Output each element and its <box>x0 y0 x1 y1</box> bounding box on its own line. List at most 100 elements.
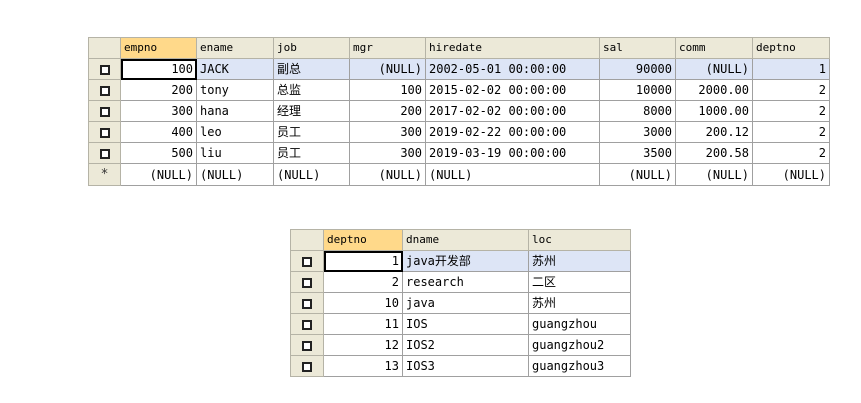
table-row[interactable]: 12 IOS2 guangzhou2 <box>290 334 631 356</box>
row-selector-icon[interactable] <box>88 58 121 80</box>
cell-job[interactable]: 经理 <box>273 100 350 122</box>
row-selector-icon[interactable] <box>88 100 121 122</box>
cell-deptno[interactable]: 1 <box>323 250 403 272</box>
cell-loc[interactable]: 苏州 <box>528 250 631 272</box>
cell-ename[interactable]: JACK <box>196 58 274 80</box>
emp-col-ename[interactable]: ename <box>196 37 274 59</box>
cell-empno[interactable]: 100 <box>120 58 197 80</box>
emp-col-job[interactable]: job <box>273 37 350 59</box>
cell-loc[interactable]: 苏州 <box>528 292 631 314</box>
cell-deptno[interactable]: 2 <box>323 271 403 293</box>
cell-dname[interactable]: IOS2 <box>402 334 529 356</box>
cell-hiredate[interactable]: 2019-03-19 00:00:00 <box>425 142 600 164</box>
new-row[interactable]: * (NULL) (NULL) (NULL) (NULL) (NULL) (NU… <box>88 163 830 186</box>
row-selector-icon[interactable] <box>88 142 121 164</box>
cell-deptno[interactable]: 13 <box>323 355 403 377</box>
cell-hiredate[interactable]: 2017-02-02 00:00:00 <box>425 100 600 122</box>
emp-col-mgr[interactable]: mgr <box>349 37 426 59</box>
cell-sal[interactable]: 3500 <box>599 142 676 164</box>
table-row[interactable]: 13 IOS3 guangzhou3 <box>290 355 631 377</box>
cell-loc[interactable]: guangzhou2 <box>528 334 631 356</box>
row-selector-icon[interactable] <box>290 292 324 314</box>
cell-deptno[interactable]: 11 <box>323 313 403 335</box>
emp-col-sal[interactable]: sal <box>599 37 676 59</box>
table-row[interactable]: 100 JACK 副总 (NULL) 2002-05-01 00:00:00 9… <box>88 58 830 80</box>
cell-ename[interactable]: (NULL) <box>196 163 274 186</box>
row-selector-icon[interactable] <box>290 250 324 272</box>
table-row[interactable]: 500 liu 员工 300 2019-03-19 00:00:00 3500 … <box>88 142 830 164</box>
emp-col-empno[interactable]: empno <box>120 37 197 59</box>
table-row[interactable]: 2 research 二区 <box>290 271 631 293</box>
cell-empno[interactable]: 500 <box>120 142 197 164</box>
cell-comm[interactable]: 200.58 <box>675 142 753 164</box>
cell-ename[interactable]: tony <box>196 79 274 101</box>
table-row[interactable]: 11 IOS guangzhou <box>290 313 631 335</box>
new-row-asterisk-icon[interactable]: * <box>88 163 121 186</box>
cell-hiredate[interactable]: (NULL) <box>425 163 600 186</box>
cell-empno[interactable]: (NULL) <box>120 163 197 186</box>
cell-ename[interactable]: liu <box>196 142 274 164</box>
cell-deptno[interactable]: (NULL) <box>752 163 830 186</box>
cell-mgr[interactable]: 200 <box>349 100 426 122</box>
row-selector-icon[interactable] <box>290 355 324 377</box>
cell-deptno[interactable]: 2 <box>752 79 830 101</box>
cell-dname[interactable]: java开发部 <box>402 250 529 272</box>
row-selector-icon[interactable] <box>290 313 324 335</box>
cell-comm[interactable]: 200.12 <box>675 121 753 143</box>
cell-job[interactable]: 副总 <box>273 58 350 80</box>
cell-mgr[interactable]: (NULL) <box>349 163 426 186</box>
row-selector-icon[interactable] <box>290 334 324 356</box>
cell-job[interactable]: 员工 <box>273 142 350 164</box>
cell-dname[interactable]: research <box>402 271 529 293</box>
cell-deptno[interactable]: 2 <box>752 100 830 122</box>
cell-job[interactable]: 员工 <box>273 121 350 143</box>
cell-deptno[interactable]: 12 <box>323 334 403 356</box>
emp-col-comm[interactable]: comm <box>675 37 753 59</box>
cell-hiredate[interactable]: 2002-05-01 00:00:00 <box>425 58 600 80</box>
cell-hiredate[interactable]: 2015-02-02 00:00:00 <box>425 79 600 101</box>
row-selector-icon[interactable] <box>290 271 324 293</box>
cell-sal[interactable]: 8000 <box>599 100 676 122</box>
cell-empno[interactable]: 200 <box>120 79 197 101</box>
cell-ename[interactable]: hana <box>196 100 274 122</box>
table-row[interactable]: 200 tony 总监 100 2015-02-02 00:00:00 1000… <box>88 79 830 101</box>
emp-col-deptno[interactable]: deptno <box>752 37 830 59</box>
table-row[interactable]: 1 java开发部 苏州 <box>290 250 631 272</box>
cell-dname[interactable]: java <box>402 292 529 314</box>
dept-col-deptno[interactable]: deptno <box>323 229 403 251</box>
table-row[interactable]: 300 hana 经理 200 2017-02-02 00:00:00 8000… <box>88 100 830 122</box>
dept-col-loc[interactable]: loc <box>528 229 631 251</box>
cell-sal[interactable]: 3000 <box>599 121 676 143</box>
cell-deptno[interactable]: 2 <box>752 121 830 143</box>
cell-loc[interactable]: guangzhou <box>528 313 631 335</box>
dept-col-dname[interactable]: dname <box>402 229 529 251</box>
row-selector-icon[interactable] <box>88 121 121 143</box>
cell-sal[interactable]: (NULL) <box>599 163 676 186</box>
cell-job[interactable]: (NULL) <box>273 163 350 186</box>
cell-loc[interactable]: 二区 <box>528 271 631 293</box>
table-row[interactable]: 400 leo 员工 300 2019-02-22 00:00:00 3000 … <box>88 121 830 143</box>
cell-deptno[interactable]: 2 <box>752 142 830 164</box>
cell-comm[interactable]: 2000.00 <box>675 79 753 101</box>
cell-dname[interactable]: IOS3 <box>402 355 529 377</box>
table-row[interactable]: 10 java 苏州 <box>290 292 631 314</box>
cell-loc[interactable]: guangzhou3 <box>528 355 631 377</box>
cell-job[interactable]: 总监 <box>273 79 350 101</box>
cell-mgr[interactable]: 100 <box>349 79 426 101</box>
cell-empno[interactable]: 300 <box>120 100 197 122</box>
cell-mgr[interactable]: 300 <box>349 121 426 143</box>
cell-hiredate[interactable]: 2019-02-22 00:00:00 <box>425 121 600 143</box>
cell-mgr[interactable]: 300 <box>349 142 426 164</box>
cell-comm[interactable]: 1000.00 <box>675 100 753 122</box>
cell-sal[interactable]: 90000 <box>599 58 676 80</box>
cell-deptno[interactable]: 1 <box>752 58 830 80</box>
emp-col-hiredate[interactable]: hiredate <box>425 37 600 59</box>
row-selector-icon[interactable] <box>88 79 121 101</box>
cell-deptno[interactable]: 10 <box>323 292 403 314</box>
cell-ename[interactable]: leo <box>196 121 274 143</box>
cell-comm[interactable]: (NULL) <box>675 163 753 186</box>
cell-mgr[interactable]: (NULL) <box>349 58 426 80</box>
cell-sal[interactable]: 10000 <box>599 79 676 101</box>
cell-comm[interactable]: (NULL) <box>675 58 753 80</box>
cell-empno[interactable]: 400 <box>120 121 197 143</box>
